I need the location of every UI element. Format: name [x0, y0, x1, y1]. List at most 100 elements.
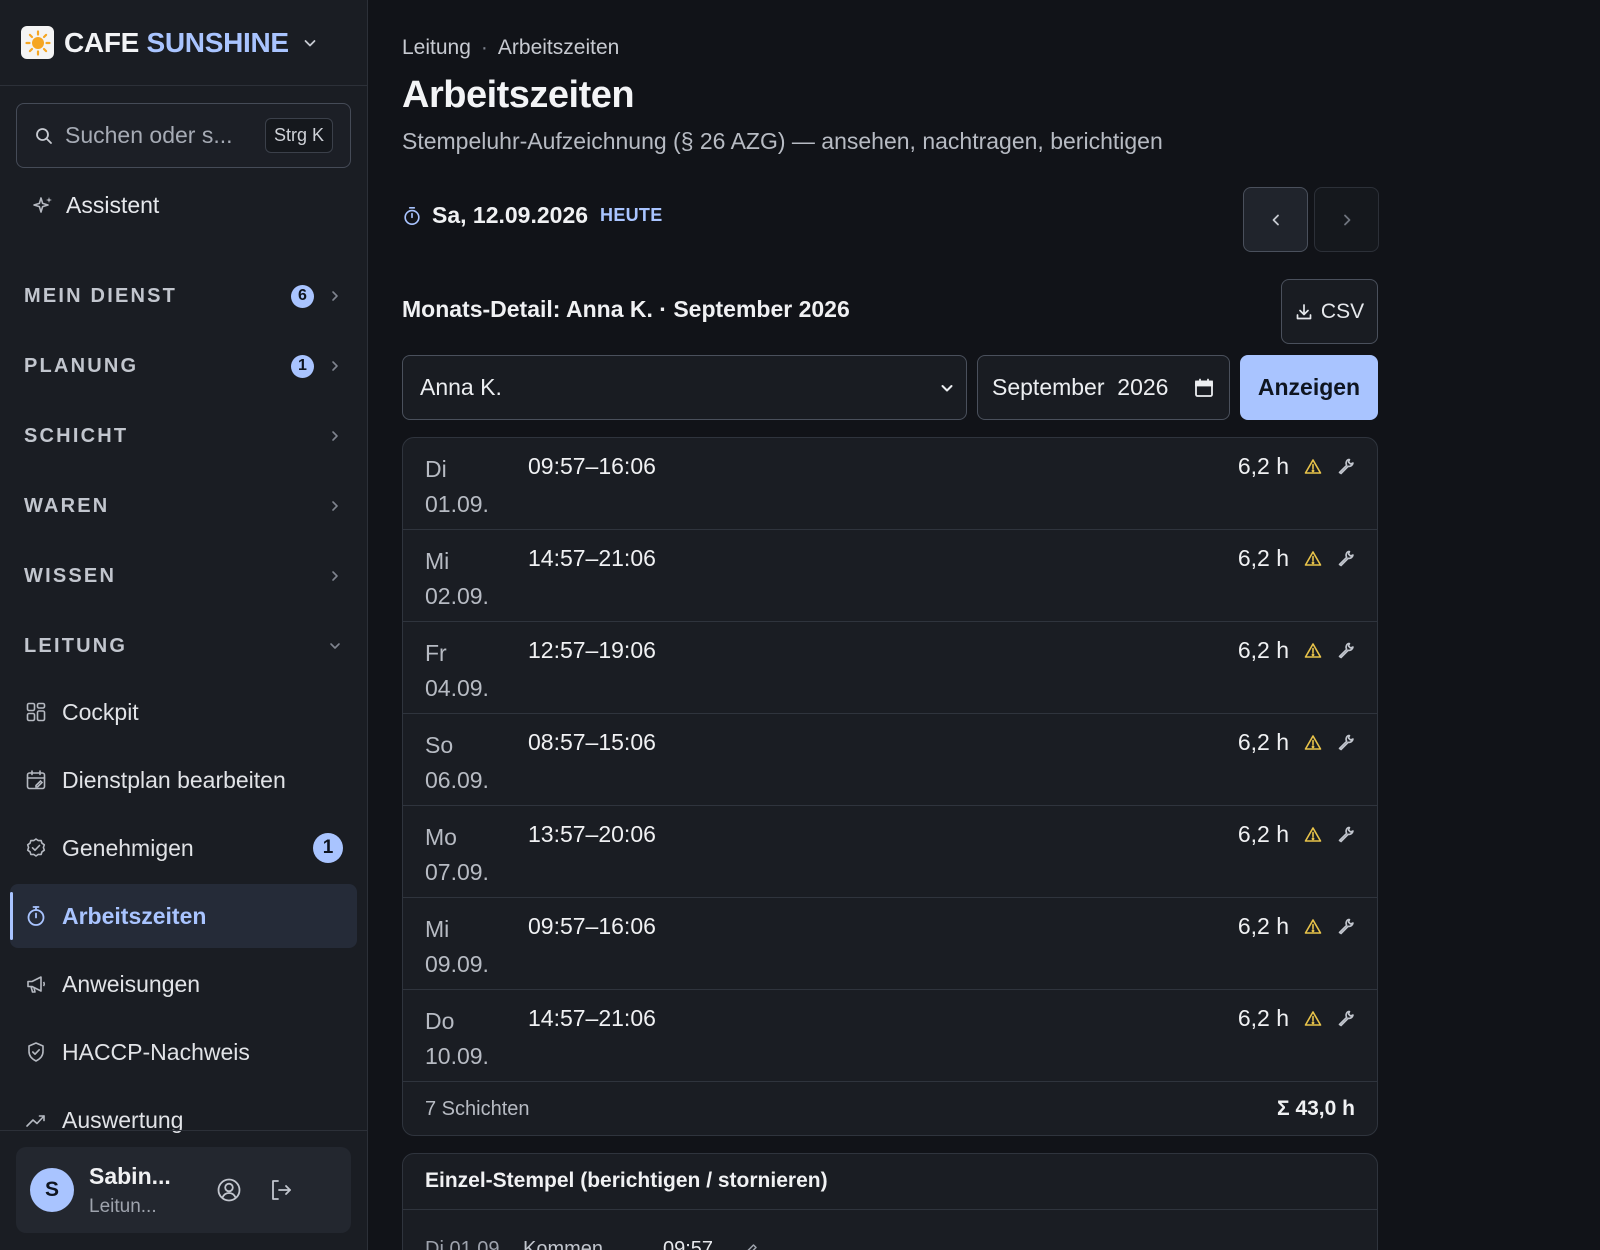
table-row[interactable]: So 06.09. 08:57–15:06 6,2 h — [403, 714, 1377, 806]
assistant-label: Assistent — [66, 192, 160, 218]
user-card: S Sabin... Leitun... — [16, 1147, 351, 1233]
shift-count: 7 Schichten — [425, 1097, 530, 1120]
wrench-icon[interactable] — [1336, 456, 1356, 476]
shift-hours: 6,2 h — [1237, 913, 1289, 939]
count-badge: 1 — [313, 833, 343, 863]
next-day-button[interactable] — [1314, 187, 1379, 252]
month-detail-title: Monats-Detail: Anna K. · September 2026 — [402, 296, 850, 322]
table-row[interactable]: Do 10.09. 14:57–21:06 6,2 h — [403, 990, 1377, 1082]
stamp-row[interactable]: Di 01.09. Kommen 09:57 — [425, 1238, 759, 1250]
calendar-icon[interactable] — [1194, 378, 1214, 398]
sidebar-item-cockpit[interactable]: Cockpit — [10, 680, 357, 744]
sidebar-item-label: Genehmigen — [62, 834, 194, 861]
shift-hours: 6,2 h — [1237, 453, 1289, 479]
section-waren[interactable]: WAREN — [24, 486, 342, 526]
show-button[interactable]: Anzeigen — [1240, 355, 1378, 420]
wrench-icon[interactable] — [1336, 548, 1356, 568]
sidebar-item-anweisungen[interactable]: Anweisungen — [10, 952, 357, 1016]
sidebar-item-auswertung[interactable]: Auswertung — [10, 1088, 357, 1152]
shift-time: 09:57–16:06 — [528, 453, 656, 479]
shift-day: Mo 07.09. — [425, 820, 515, 890]
logout-button[interactable] — [261, 1170, 301, 1210]
sidebar-item-label: HACCP-Nachweis — [62, 1038, 250, 1065]
profile-button[interactable] — [209, 1170, 249, 1210]
table-row[interactable]: Di 01.09. 09:57–16:06 6,2 h — [403, 438, 1377, 530]
shift-hours: 6,2 h — [1237, 1005, 1289, 1031]
shift-date: 01.09. — [425, 491, 489, 517]
app-name-accent: SUNSHINE — [146, 26, 290, 58]
table-row[interactable]: Fr 04.09. 12:57–19:06 6,2 h — [403, 622, 1377, 714]
shift-day: Do 10.09. — [425, 1004, 515, 1074]
download-icon — [1295, 303, 1313, 321]
section-schicht[interactable]: SCHICHT — [24, 416, 342, 456]
stopwatch-icon — [24, 904, 48, 928]
shift-date: 04.09. — [425, 675, 489, 701]
table-row[interactable]: Mo 07.09. 13:57–20:06 6,2 h — [403, 806, 1377, 898]
check-badge-icon — [24, 836, 48, 860]
shift-time: 12:57–19:06 — [528, 637, 656, 663]
shift-date: 10.09. — [425, 1043, 489, 1069]
assistant-link[interactable]: Assistent — [32, 192, 159, 219]
sidebar-item-genehmigen[interactable]: Genehmigen 1 — [10, 816, 357, 880]
user-circle-icon — [216, 1177, 242, 1203]
stamp-date: Di 01.09. — [425, 1238, 506, 1250]
wrench-icon[interactable] — [1336, 824, 1356, 844]
shift-time: 14:57–21:06 — [528, 1005, 656, 1031]
chevron-right-icon — [328, 360, 342, 372]
chevron-right-icon — [1341, 213, 1353, 227]
table-row[interactable]: Mi 02.09. 14:57–21:06 6,2 h — [403, 530, 1377, 622]
section-planung[interactable]: PLANUNG 1 — [24, 346, 342, 386]
chevron-right-icon — [328, 570, 342, 582]
shift-time: 14:57–21:06 — [528, 545, 656, 571]
wrench-icon[interactable] — [1336, 732, 1356, 752]
shift-weekday: Mi — [425, 548, 450, 574]
employee-select[interactable]: Anna K. — [402, 355, 967, 420]
section-wissen[interactable]: WISSEN — [24, 556, 342, 596]
section-mein-dienst[interactable]: MEIN DIENST 6 — [24, 276, 342, 316]
avatar[interactable]: S — [30, 1168, 74, 1212]
sidebar-item-label: Dienstplan bearbeiten — [62, 766, 286, 793]
app-name: CAFE SUNSHINE — [64, 27, 289, 59]
sidebar-item-arbeitszeiten[interactable]: Arbeitszeiten — [10, 884, 357, 948]
sidebar-item-label: Cockpit — [62, 698, 139, 725]
warning-icon — [1303, 640, 1323, 660]
wrench-icon[interactable] — [1336, 1008, 1356, 1028]
pencil-icon[interactable] — [743, 1242, 759, 1250]
shift-time: 13:57–20:06 — [528, 821, 656, 847]
shift-date: 09.09. — [425, 951, 489, 977]
shift-hours: 6,2 h — [1237, 545, 1289, 571]
employee-select-value: Anna K. — [420, 374, 502, 400]
previous-day-button[interactable] — [1243, 187, 1308, 252]
brand-switcher[interactable]: CAFE SUNSHINE — [0, 0, 367, 86]
sidebar-item-dienstplan-bearbeiten[interactable]: Dienstplan bearbeiten — [10, 748, 357, 812]
search-input[interactable]: Suchen oder s... Strg K — [16, 103, 351, 168]
month-picker[interactable]: September 2026 — [977, 355, 1230, 420]
month-picker-value: September 2026 — [992, 374, 1169, 400]
shift-time: 08:57–15:06 — [528, 729, 656, 755]
chevron-down-icon — [940, 383, 954, 393]
trend-up-icon — [24, 1108, 48, 1132]
csv-label: CSV — [1320, 299, 1365, 323]
shift-hours: 6,2 h — [1237, 637, 1289, 663]
date-label: Sa, 12.09.2026 — [432, 202, 589, 228]
sidebar-item-label: Anweisungen — [62, 970, 201, 997]
chevron-right-icon — [328, 430, 342, 442]
logout-icon — [268, 1177, 294, 1203]
section-leitung[interactable]: LEITUNG — [24, 626, 342, 666]
wrench-icon[interactable] — [1336, 640, 1356, 660]
wrench-icon[interactable] — [1336, 916, 1356, 936]
breadcrumb-parent[interactable]: Leitung — [402, 36, 471, 60]
sidebar-item-haccp-nachweis[interactable]: HACCP-Nachweis — [10, 1020, 357, 1084]
shift-list: Di 01.09. 09:57–16:06 6,2 h Mi 02.09. 14:5… — [402, 437, 1378, 1136]
table-row[interactable]: Mi 09.09. 09:57–16:06 6,2 h — [403, 898, 1377, 990]
single-stamps-title: Einzel-Stempel (berichtigen / stornieren… — [425, 1169, 828, 1192]
sidebar-item-label: Arbeitszeiten — [62, 902, 207, 929]
csv-export-button[interactable]: CSV — [1281, 279, 1378, 344]
total-hours: Σ 43,0 h — [1277, 1097, 1355, 1120]
shift-hours: 6,2 h — [1237, 821, 1289, 847]
warning-icon — [1303, 732, 1323, 752]
section-label: WAREN — [24, 494, 110, 517]
shift-day: So 06.09. — [425, 728, 515, 798]
shift-weekday: Do — [425, 1008, 455, 1034]
breadcrumb-separator: · — [480, 36, 488, 59]
